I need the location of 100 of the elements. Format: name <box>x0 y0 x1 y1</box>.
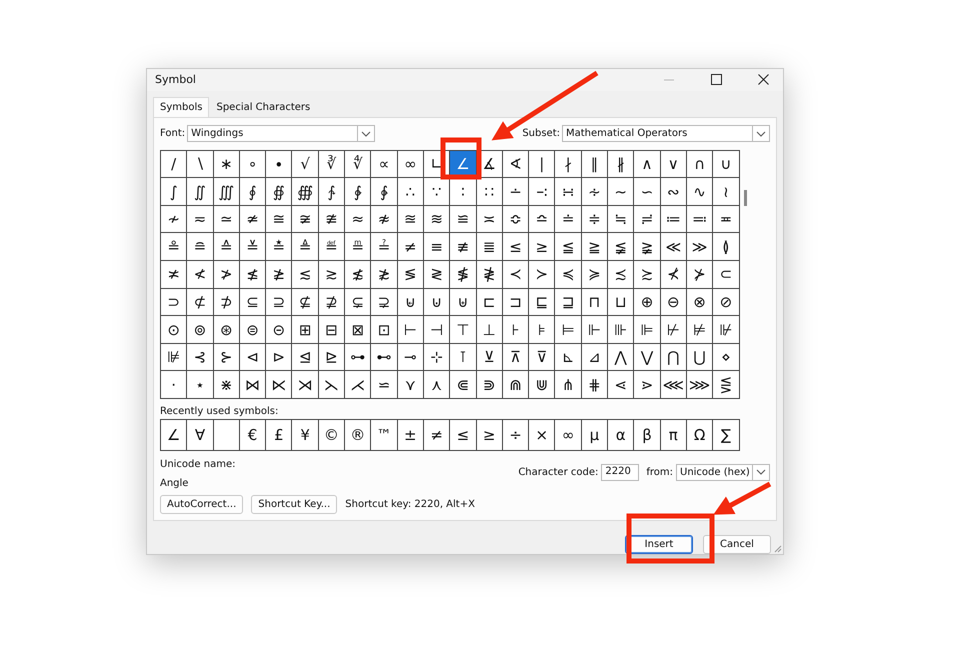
symbol-cell[interactable]: ⊧ <box>529 316 556 344</box>
symbol-cell[interactable]: ∧ <box>634 150 661 178</box>
symbol-cell[interactable]: ⋊ <box>292 371 319 399</box>
symbol-cell[interactable]: ∗ <box>214 150 240 178</box>
symbol-cell[interactable]: ∕ <box>161 150 188 178</box>
symbol-cell[interactable]: ≋ <box>424 206 450 234</box>
symbol-cell[interactable]: ⋀ <box>608 344 634 372</box>
symbol-cell[interactable]: ≏ <box>529 206 556 234</box>
symbol-cell[interactable]: ⊠ <box>345 316 372 344</box>
symbol-cell[interactable]: ∾ <box>660 178 687 206</box>
symbol-cell[interactable]: ⋏ <box>424 371 450 399</box>
symbol-cell[interactable]: ≗ <box>161 233 188 262</box>
caret-icon[interactable] <box>756 469 766 475</box>
close-icon[interactable] <box>758 74 769 86</box>
symbol-cell[interactable]: ≎ <box>502 206 530 234</box>
symbol-cell[interactable]: ⊻ <box>476 344 503 372</box>
symbol-cell[interactable]: ⋍ <box>371 371 398 399</box>
symbol-cell[interactable]: ⊚ <box>187 316 214 344</box>
symbol-cell[interactable]: ⋗ <box>634 371 661 399</box>
symbol-cell[interactable]: ⋈ <box>240 371 266 399</box>
symbol-cell[interactable]: ≿ <box>634 261 661 289</box>
symbol-cell[interactable]: ⊿ <box>582 344 608 372</box>
symbol-cell[interactable]: ≪ <box>660 233 687 262</box>
symbol-cell[interactable]: ≜ <box>292 233 319 262</box>
symbol-cell[interactable]: ⊁ <box>686 261 714 289</box>
symbol-cell[interactable]: ⊤ <box>450 316 477 344</box>
symbol-cell[interactable]: ≉ <box>371 206 398 234</box>
symbol-cell[interactable]: ⊼ <box>502 344 530 372</box>
symbol-cell[interactable]: ⊯ <box>161 344 188 372</box>
symbol-cell[interactable]: ≞ <box>345 233 372 262</box>
symbol-cell[interactable]: ≨ <box>608 233 634 262</box>
symbol-cell[interactable]: ⊆ <box>240 288 266 316</box>
symbol-cell[interactable]: ≰ <box>240 261 266 289</box>
symbol-cell[interactable]: ⋋ <box>318 371 346 399</box>
symbol-cell[interactable]: ∖ <box>187 150 214 178</box>
symbol-cell[interactable]: ⋂ <box>660 344 687 372</box>
symbol-cell[interactable]: ⊝ <box>266 316 292 344</box>
symbol-cell[interactable]: ≓ <box>634 206 661 234</box>
symbol-cell[interactable]: ⊔ <box>608 288 634 316</box>
symbol-cell[interactable]: ∷ <box>476 178 503 206</box>
symbol-cell[interactable]: ≳ <box>318 261 346 289</box>
symbol-cell[interactable]: ≣ <box>476 233 503 262</box>
symbol-cell[interactable]: ∻ <box>582 178 608 206</box>
symbol-cell[interactable]: ≇ <box>318 206 346 234</box>
symbol-cell[interactable]: ≑ <box>582 206 608 234</box>
symbol-cell[interactable]: ⋚ <box>713 371 740 399</box>
symbol-cell[interactable]: ⊳ <box>266 344 292 372</box>
symbol-cell[interactable]: ⊸ <box>398 344 424 372</box>
symbol-cell[interactable]: ⋌ <box>345 371 372 399</box>
from-dropdown[interactable]: Unicode (hex) <box>676 464 770 480</box>
symbol-cell[interactable]: ⊪ <box>608 316 634 344</box>
symbol-cell[interactable]: ⊋ <box>371 288 398 316</box>
symbol-cell[interactable]: ∞ <box>398 150 424 178</box>
symbol-cell[interactable]: ≃ <box>214 206 240 234</box>
symbol-cell[interactable]: ⊥ <box>476 316 503 344</box>
symbol-cell[interactable]: ≙ <box>214 233 240 262</box>
symbol-cell[interactable]: ≥ <box>529 233 556 262</box>
symbol-cell[interactable]: ≘ <box>187 233 214 262</box>
symbol-cell[interactable]: ⊶ <box>345 344 372 372</box>
symbol-cell[interactable]: ∪ <box>713 150 740 178</box>
symbol-cell[interactable]: ≤ <box>502 233 530 262</box>
symbol-cell[interactable]: ∺ <box>555 178 582 206</box>
caret-icon[interactable] <box>361 130 372 137</box>
symbol-cell[interactable]: ⊨ <box>555 316 582 344</box>
symbol-cell[interactable]: ⊩ <box>582 316 608 344</box>
dialog-button[interactable]: AutoCorrect... <box>160 495 244 514</box>
symbol-cell[interactable]: ≔ <box>660 206 687 234</box>
symbol-cell[interactable]: ⊢ <box>398 316 424 344</box>
symbol-cell[interactable]: ≯ <box>214 261 240 289</box>
symbol-cell[interactable]: ≩ <box>634 233 661 262</box>
symbol-cell[interactable]: ∢ <box>502 150 530 178</box>
symbol-cell[interactable]: ⋉ <box>266 371 292 399</box>
symbol-cell[interactable]: ∦ <box>608 150 634 178</box>
symbol-cell[interactable]: ∬ <box>187 178 214 206</box>
symbol-cell[interactable]: ≡ <box>424 233 450 262</box>
symbol-cell[interactable]: ⊒ <box>555 288 582 316</box>
symbol-cell[interactable]: ∣ <box>529 150 556 178</box>
symbol-cell[interactable]: ⊽ <box>529 344 556 372</box>
symbol-cell[interactable]: ⊜ <box>240 316 266 344</box>
font-dropdown[interactable]: Wingdings <box>187 125 376 142</box>
subset-dropdown[interactable]: Mathematical Operators <box>562 125 770 142</box>
symbol-cell[interactable]: ⊵ <box>318 344 346 372</box>
symbol-cell[interactable]: ≀ <box>713 178 740 206</box>
symbol-cell[interactable]: ⊌ <box>398 288 424 316</box>
symbol-cell[interactable]: ≂ <box>187 206 214 234</box>
symbol-cell[interactable]: ⋄ <box>713 344 740 372</box>
symbol-cell[interactable]: ∱ <box>318 178 346 206</box>
symbol-cell[interactable]: ∿ <box>686 178 714 206</box>
symbol-cell[interactable]: ≄ <box>240 206 266 234</box>
dialog-button[interactable]: Shortcut Key... <box>251 495 338 514</box>
symbol-cell[interactable]: ⋙ <box>686 371 714 399</box>
symbol-cell[interactable]: ≦ <box>555 233 582 262</box>
symbol-cell[interactable]: ≷ <box>424 261 450 289</box>
symbol-cell[interactable]: ⊛ <box>214 316 240 344</box>
symbol-cell[interactable]: ⊬ <box>660 316 687 344</box>
recent-symbol[interactable]: ± <box>398 420 424 450</box>
symbol-cell[interactable]: ⊣ <box>424 316 450 344</box>
symbol-cell[interactable]: ⋔ <box>555 371 582 399</box>
symbol-cell[interactable]: ⊇ <box>266 288 292 316</box>
symbol-cell[interactable]: ∝ <box>371 150 398 178</box>
